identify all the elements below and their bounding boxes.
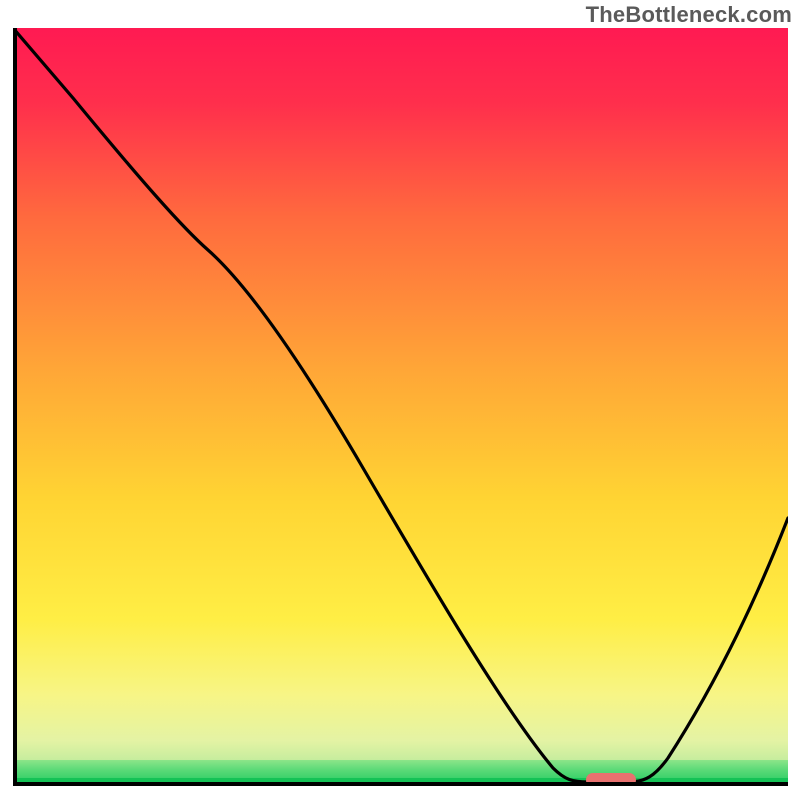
baseline-stripe: [13, 778, 788, 786]
background-gradient: [13, 28, 788, 786]
chart-container: TheBottleneck.com: [0, 0, 800, 800]
chart-svg: [13, 28, 788, 786]
watermark-text: TheBottleneck.com: [586, 2, 792, 28]
optimal-marker: [586, 773, 636, 786]
plot-area: [13, 28, 788, 786]
